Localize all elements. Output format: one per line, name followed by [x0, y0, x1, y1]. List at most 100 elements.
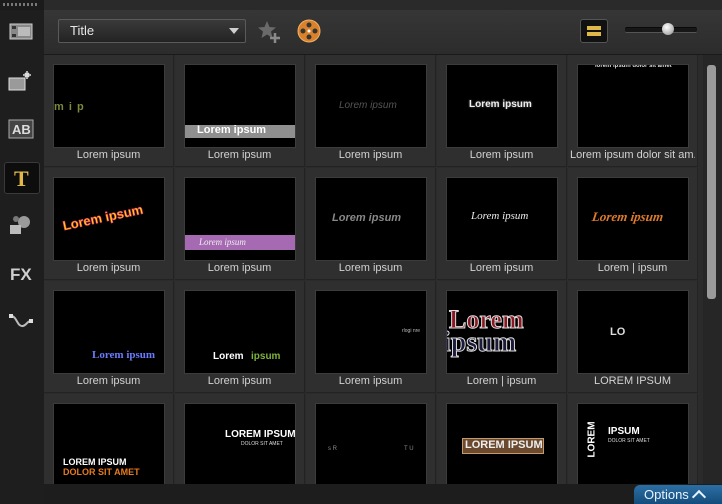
title-caption: Lorem ipsum: [338, 262, 403, 274]
title-caption: Lorem ipsum: [76, 375, 141, 387]
category-dropdown[interactable]: Title: [58, 19, 246, 43]
title-preview: Lorem ipsum: [184, 290, 296, 374]
title-preview-text: Lorem ipsum: [332, 212, 402, 224]
panel-grip[interactable]: [0, 0, 44, 10]
title-preview: LO: [577, 290, 689, 374]
scrollbar-thumb[interactable]: [707, 65, 716, 299]
title-preview-text: LOREM IPSUM: [225, 429, 296, 440]
text-ab-icon[interactable]: AB: [4, 114, 38, 144]
title-preview-text: lorem ipsum dolor sit amet: [595, 64, 672, 69]
title-thumbnail[interactable]: Lorem ipsum Lorem ipsum: [437, 168, 567, 280]
title-preview: Lorem ipsum: [53, 290, 165, 374]
title-preview: Lorem ipsum: [184, 177, 296, 261]
title-caption: Lorem ipsum: [338, 375, 403, 387]
title-caption: Lorem ipsum: [207, 149, 272, 161]
title-thumbnail[interactable]: LO LOREM IPSUM: [568, 281, 698, 393]
title-icon[interactable]: T: [4, 162, 40, 194]
chevron-down-icon: [229, 28, 239, 34]
title-preview-text: Lorem: [213, 351, 244, 362]
title-preview: Lorem ipsum: [446, 177, 558, 261]
title-preview-text: rlogi nre: [402, 328, 421, 334]
svg-text:T: T: [14, 166, 29, 190]
title-preview: m i p: [53, 64, 165, 148]
title-caption: Lorem ipsum: [76, 262, 141, 274]
title-preview-text: Lorem ipsum: [471, 210, 529, 222]
chevron-up-icon: [691, 489, 706, 504]
title-thumbnail[interactable]: Lorem ipsum Lorem ipsum: [44, 281, 174, 393]
title-preview-text: T U: [404, 446, 414, 452]
title-preview-text: m i p: [54, 101, 85, 113]
title-preview-text: s R: [328, 446, 337, 452]
title-thumbnail[interactable]: Lorem ipsum Lorem ipsum: [44, 168, 174, 280]
title-thumbnail[interactable]: rlogi nre Lorem ipsum: [306, 281, 436, 393]
title-preview-text: LOREM IPSUM: [465, 439, 543, 451]
title-preview-text: DOLOR SIT AMET: [608, 438, 650, 444]
title-thumbnail[interactable]: s RT U: [306, 394, 436, 484]
title-thumbnail-grid: m i p Lorem ipsum Lorem ipsum Lorem ipsum Lo…: [44, 55, 703, 484]
title-preview-text: Lorem ipsum: [197, 124, 267, 136]
vertical-scrollbar[interactable]: [703, 55, 722, 484]
title-preview-text: ipsum: [446, 327, 517, 358]
title-thumbnail[interactable]: lorem ipsum dolor sit amet Lorem ipsum do…: [568, 55, 698, 167]
title-preview: LOREM IPSUM: [446, 403, 558, 484]
library-toolbar: Title: [44, 10, 722, 55]
options-button[interactable]: Options: [634, 485, 722, 504]
fx-icon[interactable]: FX: [4, 258, 38, 288]
thumbnail-size-slider[interactable]: [625, 23, 697, 35]
media-library-icon[interactable]: [4, 16, 38, 46]
slider-knob[interactable]: [662, 23, 675, 35]
title-preview: lorem ipsum dolor sit amet: [577, 64, 689, 148]
title-thumbnail[interactable]: Lorem ipsum Lorem | ipsum: [437, 281, 567, 393]
title-preview: LOREM IPSUM DOLOR SIT AMET: [577, 403, 689, 484]
title-caption: LOREM IPSUM: [593, 375, 671, 387]
title-caption: Lorem ipsum: [469, 149, 534, 161]
title-preview-text: LOREM IPSUM: [63, 457, 127, 467]
view-toggle-button[interactable]: [580, 19, 608, 43]
title-preview: Lorem ipsum: [446, 64, 558, 148]
title-thumbnail[interactable]: LOREM IPSUM DOLOR SIT AMET: [568, 394, 698, 484]
title-preview: Lorem ipsum: [315, 177, 427, 261]
category-value: Title: [70, 23, 95, 38]
title-thumbnail[interactable]: LOREM IPSUM: [437, 394, 567, 484]
title-preview-text: Lorem ipsum: [469, 99, 532, 110]
film-reel-icon[interactable]: [296, 18, 322, 44]
title-preview-text: Lorem ipsum: [92, 349, 156, 361]
title-preview-text: DOLOR SIT AMET: [241, 441, 283, 447]
title-preview: LOREM IPSUM DOLOR SIT AMET: [53, 403, 165, 484]
title-caption: Lorem ipsum: [338, 149, 403, 161]
title-preview: s RT U: [315, 403, 427, 484]
title-preview: Lorem ipsum: [53, 177, 165, 261]
title-preview-text: Lorem ipsum: [199, 237, 246, 247]
title-preview-text: Lorem ipsum: [591, 209, 665, 224]
title-caption: Lorem ipsum: [207, 262, 272, 274]
motion-path-icon[interactable]: [4, 306, 38, 336]
title-preview: Lorem ipsum: [446, 290, 558, 374]
options-label: Options: [644, 487, 689, 502]
title-caption: Lorem | ipsum: [597, 262, 668, 274]
title-caption: Lorem ipsum: [207, 375, 272, 387]
title-thumbnail[interactable]: Lorem ipsum Lorem ipsum: [175, 168, 305, 280]
title-thumbnail[interactable]: Lorem ipsum Lorem ipsum: [437, 55, 567, 167]
title-preview: LOREM IPSUM DOLOR SIT AMET: [184, 403, 296, 484]
title-preview-text: ipsum: [251, 351, 281, 362]
title-caption: Lorem ipsum: [76, 149, 141, 161]
title-thumbnail[interactable]: Lorem ipsum Lorem ipsum: [306, 168, 436, 280]
graphic-icon[interactable]: [4, 210, 38, 240]
title-preview-text: LO: [610, 326, 626, 338]
title-caption: Lorem ipsum: [469, 262, 534, 274]
title-caption: Lorem | ipsum: [466, 375, 537, 387]
title-preview-text: Lorem ipsum: [339, 100, 397, 111]
title-thumbnail[interactable]: LOREM IPSUM DOLOR SIT AMET: [175, 394, 305, 484]
title-preview-text: LOREM: [586, 421, 598, 458]
title-thumbnail[interactable]: LOREM IPSUM DOLOR SIT AMET: [44, 394, 174, 484]
svg-text:FX: FX: [10, 265, 32, 284]
title-thumbnail[interactable]: Lorem ipsum Lorem ipsum: [175, 55, 305, 167]
title-thumbnail[interactable]: Lorem ipsum Lorem ipsum: [175, 281, 305, 393]
title-thumbnail[interactable]: Lorem ipsum Lorem | ipsum: [568, 168, 698, 280]
transition-icon[interactable]: [4, 66, 38, 96]
title-preview-text: Lorem ipsum: [61, 201, 145, 234]
title-thumbnail[interactable]: m i p Lorem ipsum: [44, 55, 174, 167]
title-preview: rlogi nre: [315, 290, 427, 374]
title-thumbnail[interactable]: Lorem ipsum Lorem ipsum: [306, 55, 436, 167]
add-favorite-icon[interactable]: [256, 18, 282, 44]
